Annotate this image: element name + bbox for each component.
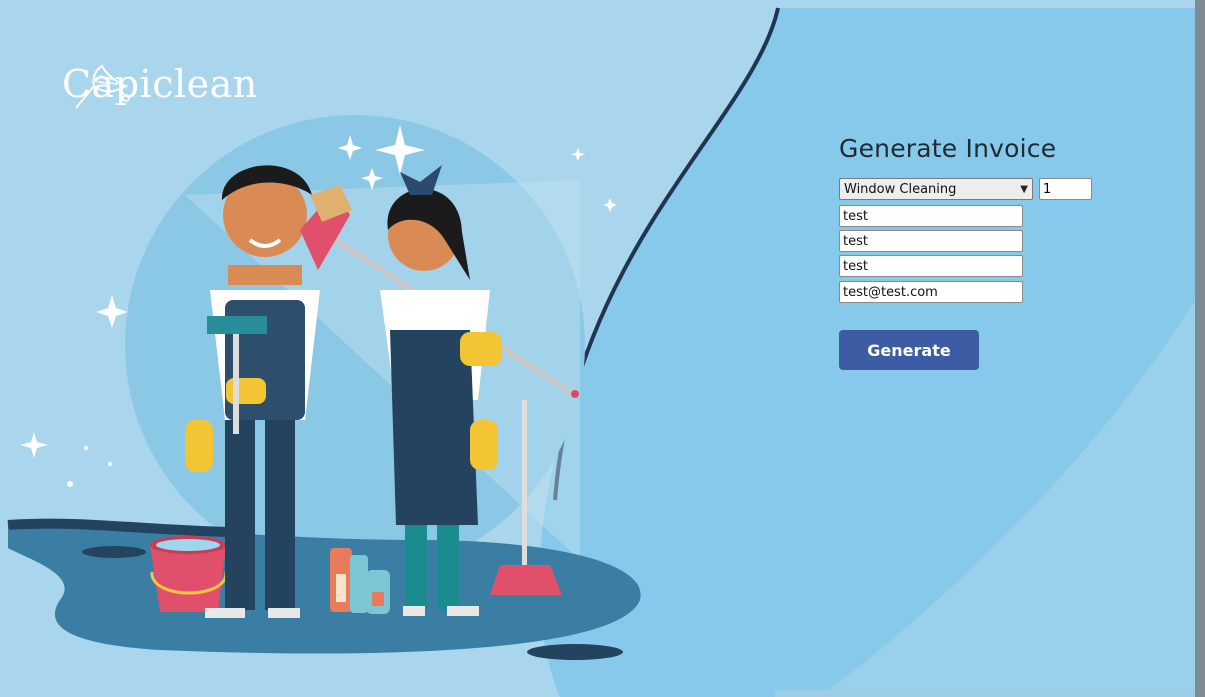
brand-name: Capiclean (62, 62, 258, 106)
quantity-input[interactable] (1039, 178, 1092, 200)
form-title: Generate Invoice (839, 134, 1057, 163)
name-field[interactable] (839, 205, 1023, 227)
address-field[interactable] (839, 230, 1023, 252)
service-select[interactable]: Window Cleaning ▼ (839, 178, 1033, 200)
service-row: Window Cleaning ▼ (839, 178, 1092, 200)
generate-button[interactable]: Generate (839, 330, 979, 370)
phone-field[interactable] (839, 255, 1023, 277)
invoice-form: Generate Invoice Window Cleaning ▼ Gener… (839, 133, 1139, 370)
cleaners-illustration (7, 115, 641, 660)
service-select-value: Window Cleaning (844, 181, 957, 197)
chevron-down-icon: ▼ (1020, 183, 1028, 195)
email-field[interactable] (839, 281, 1023, 303)
brand-logo[interactable]: Capiclean (36, 32, 257, 112)
